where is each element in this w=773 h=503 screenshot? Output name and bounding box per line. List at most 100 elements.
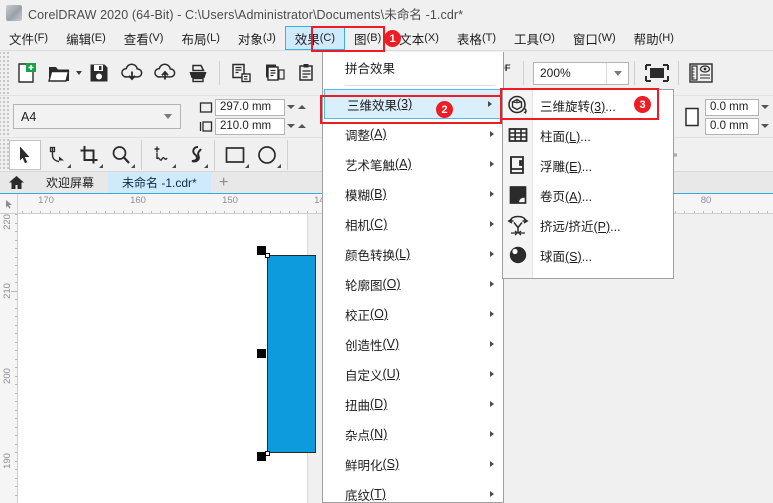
export-icon[interactable] [148, 57, 181, 90]
submenu-item-cylinder[interactable]: 柱面(L)... [503, 120, 673, 150]
menu-item-7[interactable]: 轮廓图 (O) [323, 269, 503, 299]
menu-item-10[interactable]: 窗口 (W) [564, 26, 625, 50]
menu-item-9[interactable]: 工具 (O) [505, 26, 564, 50]
tab-untitled-1[interactable]: 未命名 -1.cdr* [108, 172, 211, 193]
page-height-icon [197, 118, 215, 134]
menu-item-3[interactable]: 布局 (L) [172, 26, 228, 50]
menu-item-4[interactable]: 模糊 (B) [323, 179, 503, 209]
submenu-arrow-icon [490, 311, 494, 317]
save-icon[interactable] [82, 57, 115, 90]
cylinder-icon [503, 120, 533, 150]
page-height-spinner[interactable] [287, 124, 306, 128]
open-document-icon[interactable] [42, 57, 75, 90]
submenu-item-page-curl[interactable]: 卷页(A)... [503, 180, 673, 210]
rectangle-tool[interactable] [219, 140, 251, 170]
annotation-badge-3: 3 [634, 96, 651, 113]
nudge-horizontal-field[interactable]: 0.0 mm [705, 98, 759, 116]
new-document-icon[interactable] [9, 57, 42, 90]
shape-tool-flyout-icon[interactable] [67, 163, 71, 168]
horizontal-ruler-tick [22, 211, 23, 213]
crop-tool-flyout-icon[interactable] [99, 163, 103, 168]
menu-item-11[interactable]: 帮助 (H) [625, 26, 683, 50]
home-icon[interactable] [0, 172, 32, 193]
menu-item-6[interactable]: 颜色转换 (L) [323, 239, 503, 269]
horizontal-ruler-tick [767, 211, 768, 213]
crop-tool[interactable] [73, 140, 105, 170]
toolbox-grip[interactable] [0, 138, 9, 171]
ellipse-tool-flyout-icon[interactable] [277, 163, 281, 168]
submenu-arrow-icon [490, 431, 494, 437]
artistic-media-tool-flyout-icon[interactable] [204, 163, 208, 168]
zoom-dropdown-icon[interactable] [606, 62, 628, 84]
menu-item-label: 底纹 [345, 488, 371, 503]
ruler-origin-corner[interactable] [0, 194, 18, 213]
page-orientation-icon[interactable] [679, 105, 705, 129]
menu-item-three-d-effects[interactable]: 三维效果 (3) [324, 89, 502, 119]
zoom-tool[interactable] [105, 140, 137, 170]
rectangle-tool-flyout-icon[interactable] [245, 163, 249, 168]
nudge-horizontal-spinner[interactable] [761, 105, 769, 109]
copy-icon[interactable] [258, 57, 291, 90]
submenu-item-sphere[interactable]: 球面(S)... [503, 240, 673, 270]
three-d-effects-submenu[interactable]: 三维旋转(3)... 柱面(L)... 浮雕(E)... 卷页(A)... 挤远… [502, 89, 674, 279]
page-size-dropdown-icon[interactable] [156, 114, 180, 119]
artistic-media-tool[interactable] [178, 140, 210, 170]
freehand-tool-flyout-icon[interactable] [172, 163, 176, 168]
nudge-vertical-spinner[interactable] [761, 124, 769, 128]
menu-item-3[interactable]: 艺术笔触 (A) [323, 149, 503, 179]
view-options-icon[interactable] [684, 57, 717, 90]
effects-dropdown-menu[interactable]: 拼合效果三维效果 (3) 调整 (A) 艺术笔触 (A) 模糊 (B) 相机 (C) 颜色转换 (L)… [322, 52, 504, 503]
menu-item-4[interactable]: 对象 (J) [229, 26, 285, 50]
page-size-combo[interactable]: A4 [13, 104, 181, 129]
submenu-arrow-icon [490, 281, 494, 287]
vertical-ruler[interactable]: 220 210 200 190 [0, 214, 18, 503]
menu-item-2[interactable]: 调整 (A) [323, 119, 503, 149]
propertybar-grip[interactable] [0, 96, 9, 137]
shape-tool[interactable] [41, 140, 73, 170]
menu-item-label: 自定义 [345, 368, 383, 383]
print-icon[interactable] [181, 57, 214, 90]
ellipse-tool[interactable] [251, 140, 283, 170]
full-screen-preview-icon[interactable] [640, 57, 673, 90]
menu-item-11[interactable]: 扭曲 (D) [323, 389, 503, 419]
submenu-label-cylinder: 柱面(L)... [540, 129, 591, 144]
menu-effects[interactable]: 效果 (C) [284, 26, 346, 50]
menu-item-5[interactable]: 相机 (C) [323, 209, 503, 239]
menu-item-12[interactable]: 杂点 (N) [323, 419, 503, 449]
horizontal-ruler-tick [730, 211, 731, 213]
freehand-tool[interactable] [146, 140, 178, 170]
paste-icon[interactable] [291, 57, 324, 90]
menu-item-2[interactable]: 查看 (V) [115, 26, 173, 50]
menu-item-0[interactable]: 文件 (F) [0, 26, 57, 50]
vertical-ruler-tick [15, 316, 17, 317]
submenu-arrow-icon [490, 371, 494, 377]
import-icon[interactable] [115, 57, 148, 90]
menu-item-14[interactable]: 底纹 (T) [323, 479, 503, 503]
submenu-arrow-icon [490, 251, 494, 257]
menu-item-9[interactable]: 创造性 (V) [323, 329, 503, 359]
new-tab-button[interactable]: + [211, 172, 237, 193]
pick-tool[interactable] [9, 139, 41, 170]
menu-item-10[interactable]: 自定义 (U) [323, 359, 503, 389]
menu-item-8[interactable]: 校正 (O) [323, 299, 503, 329]
rectangle-object[interactable] [267, 255, 316, 453]
submenu-item-pinch-punch[interactable]: 挤远/挤近(P)... [503, 210, 673, 240]
menu-item-mnemonic: (H) [658, 32, 674, 44]
page-size-value: A4 [21, 109, 37, 124]
zoom-tool-flyout-icon[interactable] [131, 163, 135, 168]
page-width-field[interactable]: 297.0 mm [215, 98, 285, 116]
tab-welcome-screen[interactable]: 欢迎屏幕 [32, 172, 108, 193]
page-width-spinner[interactable] [287, 105, 306, 109]
publish-icon[interactable] [225, 57, 258, 90]
submenu-item-emboss[interactable]: 浮雕(E)... [503, 150, 673, 180]
zoom-level-combo[interactable]: 200% [533, 61, 629, 85]
menu-item-mnemonic: (T) [481, 32, 496, 44]
toolbar-grip[interactable] [0, 51, 9, 95]
menu-item-1[interactable]: 编辑 (E) [57, 26, 115, 50]
menu-item-13[interactable]: 鲜明化 (S) [323, 449, 503, 479]
horizontal-ruler-tick [740, 211, 741, 213]
menu-item-8[interactable]: 表格 (T) [448, 26, 505, 50]
nudge-vertical-field[interactable]: 0.0 mm [705, 117, 759, 135]
menu-item-0[interactable]: 拼合效果 [323, 52, 503, 82]
page-height-field[interactable]: 210.0 mm [215, 117, 285, 135]
